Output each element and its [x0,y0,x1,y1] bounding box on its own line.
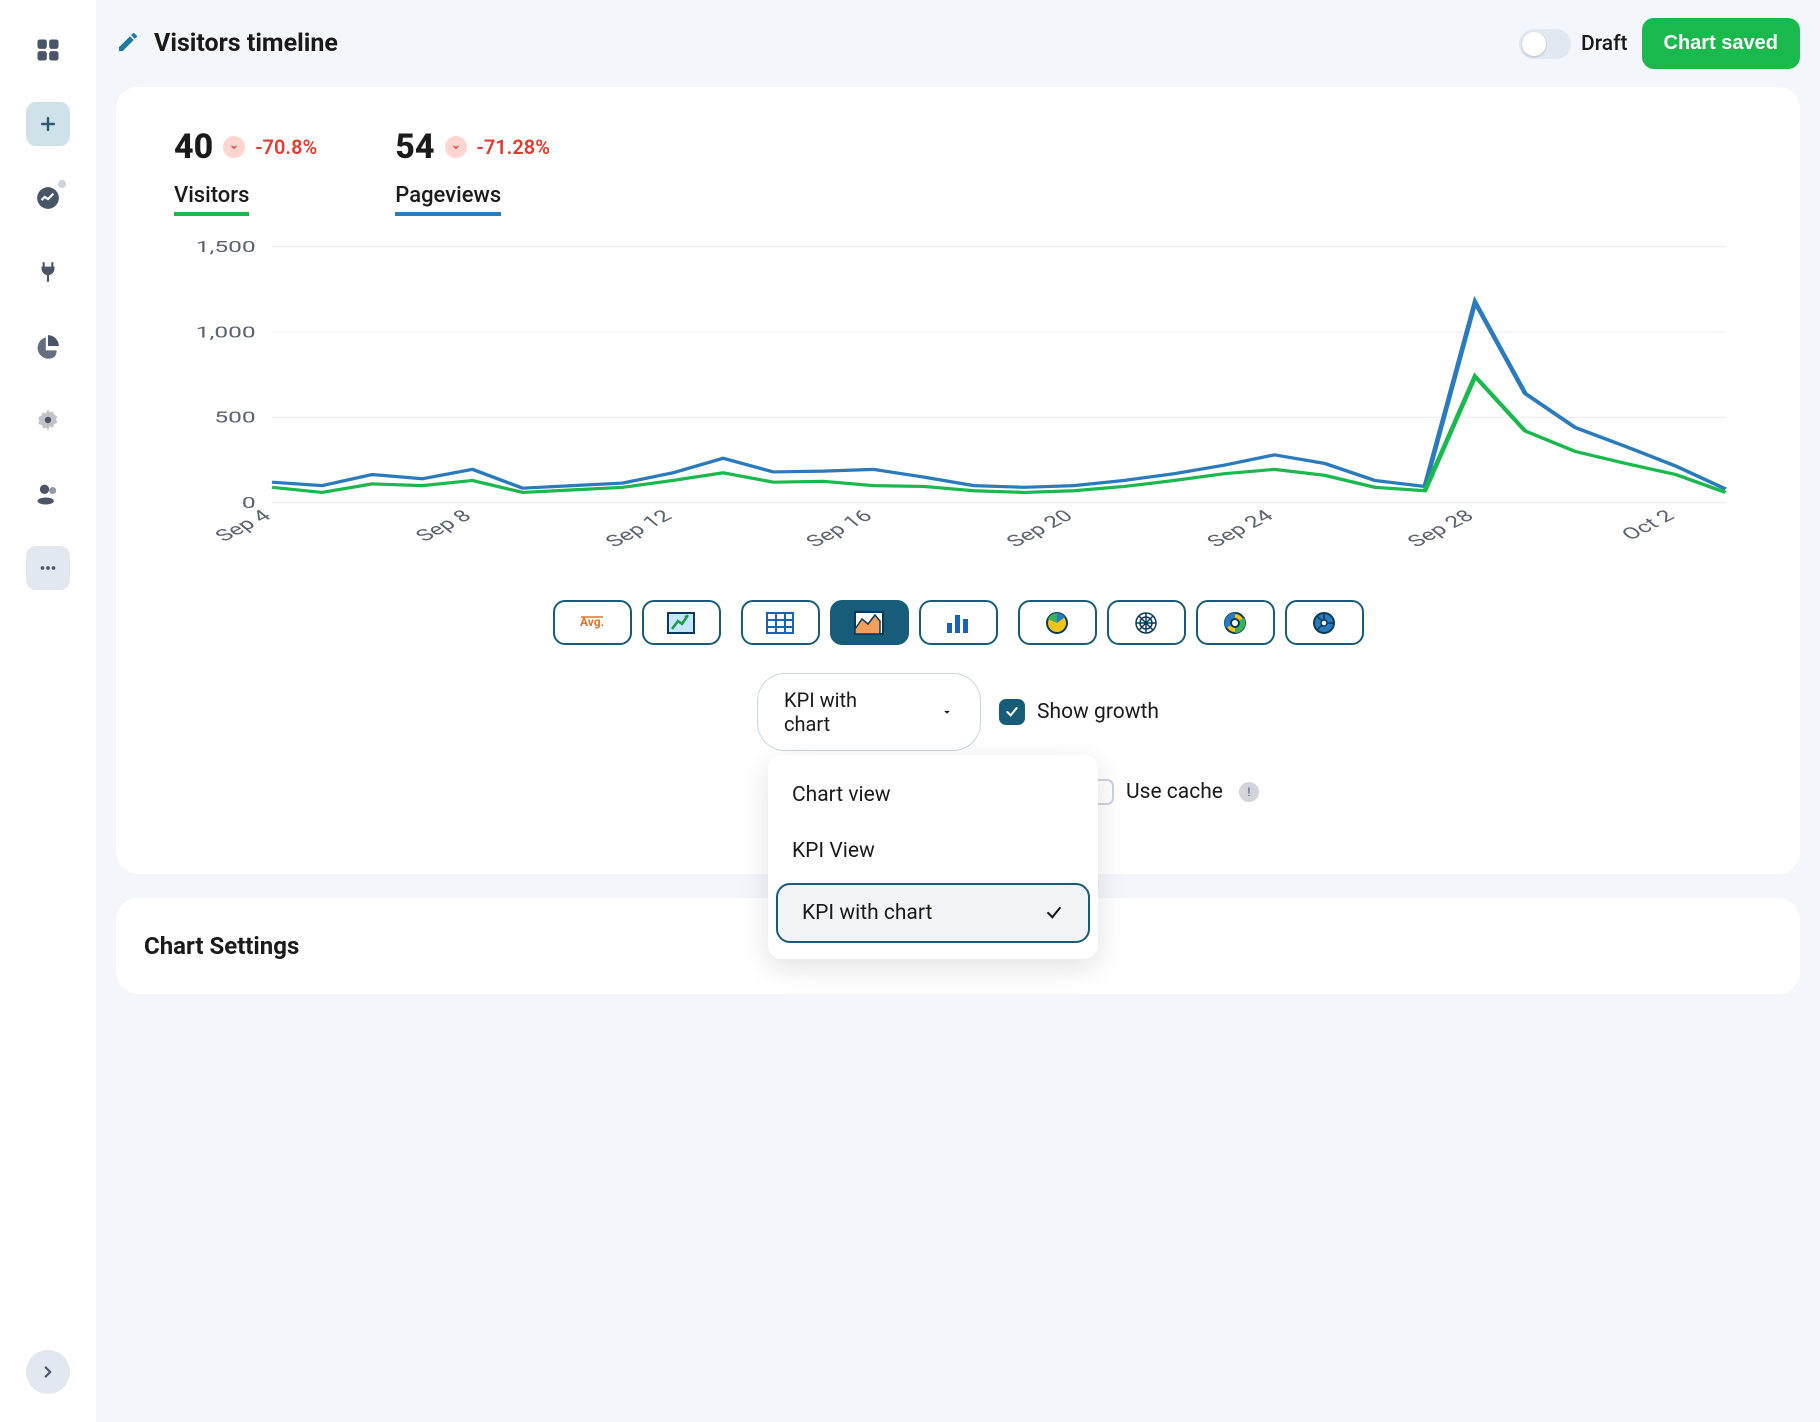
secondary-controls-row: hidden Chart viewKPI ViewKPI with chart … [174,773,1742,824]
chart-panel: 40 -70.8% Visitors 54 -71.28% [116,87,1800,874]
page-header: Visitors timeline Draft Chart saved [116,18,1800,69]
show-growth-check: Show growth [999,699,1159,725]
view-option[interactable]: Chart view [768,767,1098,823]
nav-settings-icon[interactable] [26,398,70,442]
chart-type-radar[interactable] [1107,600,1186,645]
view-dropdown-menu: Chart viewKPI ViewKPI with chart [768,755,1098,959]
view-option[interactable]: KPI View [768,823,1098,879]
kpi-visitors[interactable]: 40 -70.8% Visitors [174,127,317,216]
line-chart: 05001,0001,500Sep 4Sep 8Sep 12Sep 16Sep … [174,236,1742,556]
draft-toggle[interactable] [1519,29,1571,59]
chart-type-area[interactable] [830,600,909,645]
chart-type-donut[interactable] [1196,600,1275,645]
use-cache-label: Use cache [1126,780,1223,804]
kpi-delta: -70.8% [255,135,317,159]
trend-down-icon [223,136,245,158]
use-cache-check: Use cache ! [1088,779,1259,805]
kpi-label: Pageviews [395,183,501,216]
svg-text:Sep 16: Sep 16 [801,507,878,552]
info-icon[interactable]: ! [1239,782,1259,802]
nav-users-icon[interactable] [26,472,70,516]
draft-toggle-label: Draft [1581,32,1628,56]
chart-type-radial[interactable] [1285,600,1364,645]
nav-piechart-icon[interactable] [26,324,70,368]
show-growth-label: Show growth [1037,700,1159,724]
nav-collapse-icon[interactable] [26,1350,70,1394]
nav-more-icon[interactable] [26,546,70,590]
chart-type-trend[interactable] [642,600,721,645]
svg-text:1,500: 1,500 [196,238,256,257]
view-controls-row: KPI with chart Show growth [174,673,1742,751]
chart-type-selector: Avg. [174,600,1742,645]
chart-type-pie[interactable] [1018,600,1097,645]
svg-text:Sep 8: Sep 8 [411,507,477,546]
chart-type-avg[interactable]: Avg. [553,600,632,645]
caret-down-icon [940,700,954,724]
app-sidebar [0,0,96,1422]
trend-down-icon [445,136,467,158]
svg-text:500: 500 [214,409,255,428]
nav-plug-icon[interactable] [26,250,70,294]
view-dropdown[interactable]: KPI with chart [757,673,981,751]
kpi-pageviews[interactable]: 54 -71.28% Pageviews [395,127,550,216]
nav-apps-icon[interactable] [26,28,70,72]
kpi-row: 40 -70.8% Visitors 54 -71.28% [174,127,1742,216]
save-button[interactable]: Chart saved [1642,18,1801,69]
draft-toggle-wrap: Draft [1519,29,1628,59]
kpi-label: Visitors [174,183,249,216]
view-option[interactable]: KPI with chart [776,883,1090,943]
kpi-value: 40 [174,127,213,167]
svg-text:Sep 24: Sep 24 [1202,506,1279,551]
kpi-value: 54 [395,127,434,167]
svg-text:Oct 2: Oct 2 [1617,507,1680,545]
main-content: Visitors timeline Draft Chart saved 40 -… [96,0,1820,1422]
page-title: Visitors timeline [154,29,338,58]
edit-icon[interactable] [116,30,140,58]
nav-add-icon[interactable] [26,102,70,146]
kpi-delta: -71.28% [477,135,550,159]
chart-type-bar[interactable] [919,600,998,645]
show-growth-checkbox[interactable] [999,699,1025,725]
svg-text:Sep 20: Sep 20 [1002,507,1079,552]
svg-text:Sep 12: Sep 12 [601,507,678,552]
nav-analytics-icon[interactable] [26,176,70,220]
svg-text:Sep 28: Sep 28 [1403,507,1480,552]
chart-type-table[interactable] [741,600,820,645]
svg-text:1,000: 1,000 [196,323,256,342]
view-dropdown-value: KPI with chart [784,688,894,736]
